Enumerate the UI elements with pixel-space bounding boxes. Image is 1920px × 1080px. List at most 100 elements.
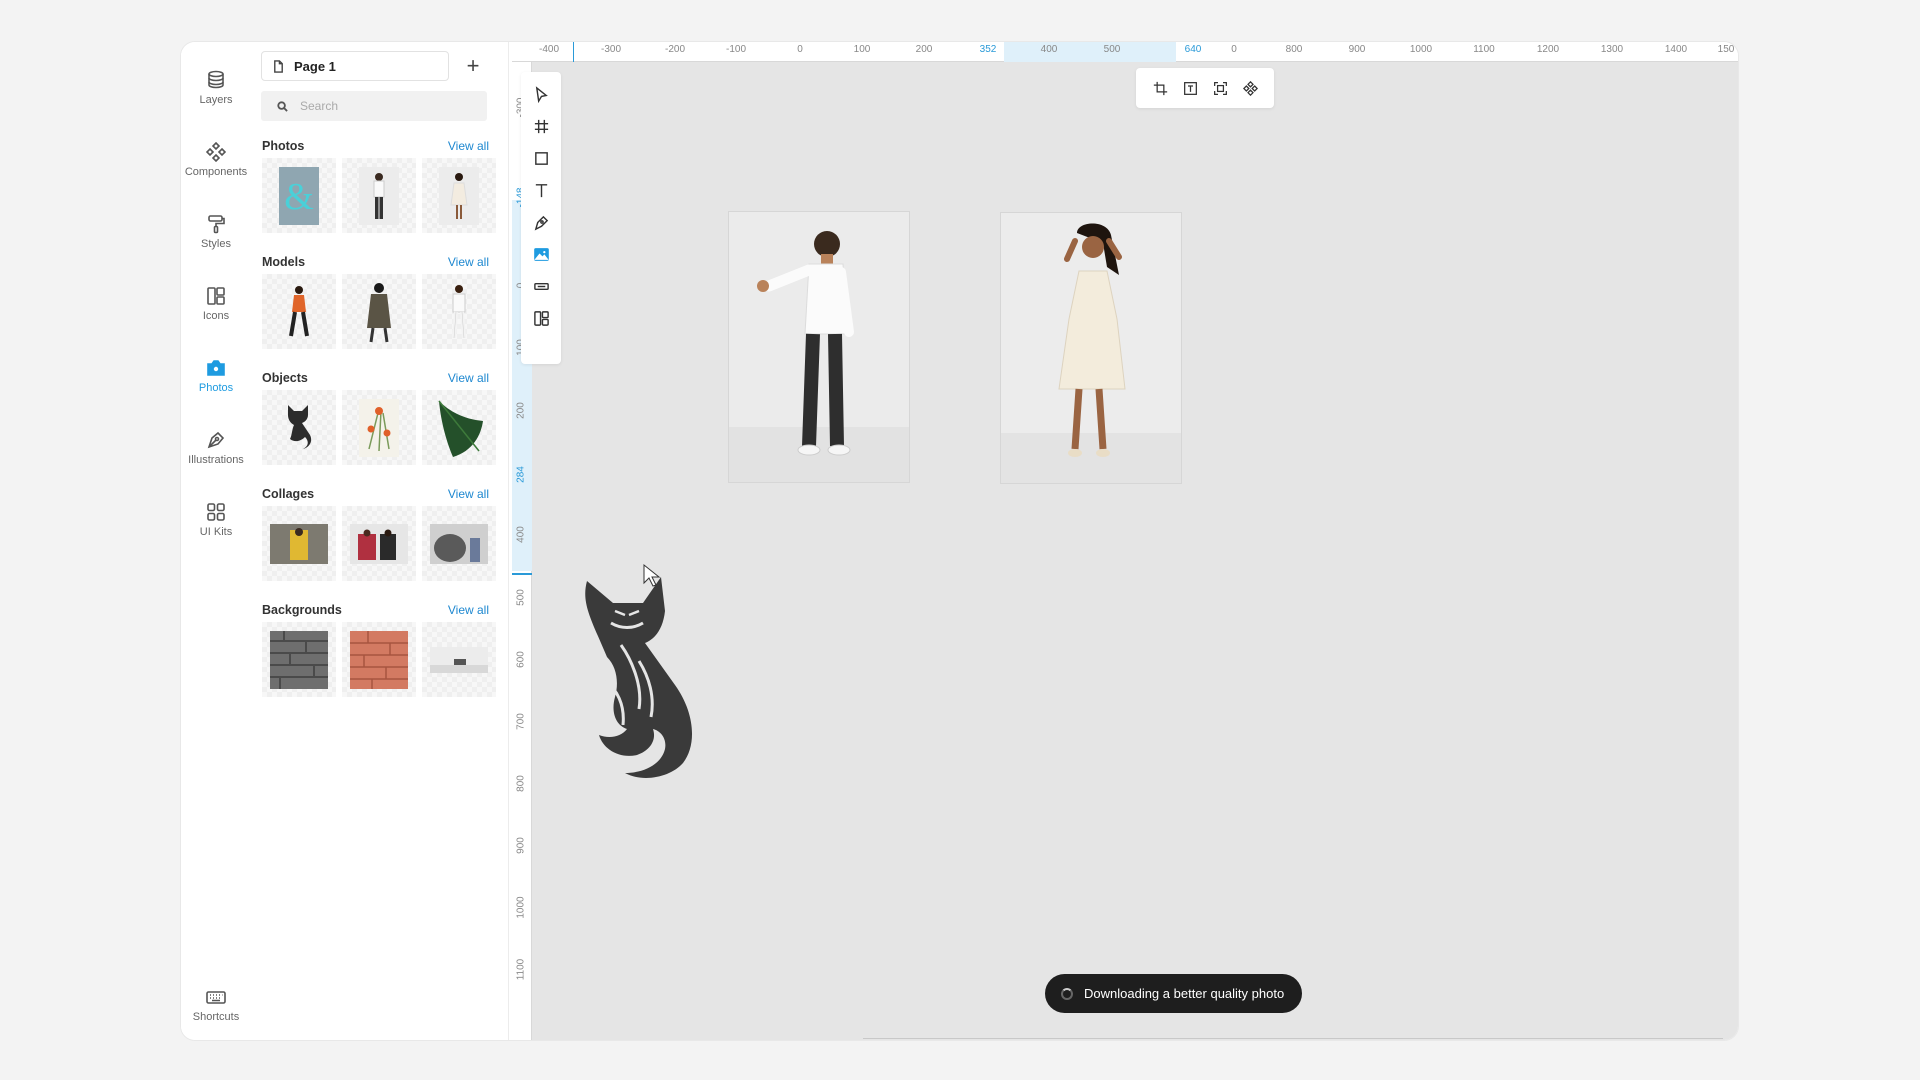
rail-shortcuts-label: Shortcuts bbox=[192, 1011, 240, 1023]
pen-tool[interactable] bbox=[521, 208, 561, 236]
rail-layers-label: Layers bbox=[199, 94, 233, 106]
fit-button[interactable] bbox=[1206, 74, 1234, 102]
section-title-models: Models bbox=[262, 255, 306, 269]
crop-button[interactable] bbox=[1146, 74, 1174, 102]
design-canvas[interactable] bbox=[532, 62, 1738, 1040]
canvas-photo-man[interactable] bbox=[729, 212, 909, 482]
add-page-button[interactable]: + bbox=[459, 52, 487, 80]
rail-illustrations[interactable]: Illustrations bbox=[181, 418, 251, 478]
text-box-icon bbox=[1183, 81, 1197, 95]
section-title-photos: Photos bbox=[262, 139, 305, 153]
ruler-top-label: 100 bbox=[853, 44, 871, 55]
section-title-backgrounds: Backgrounds bbox=[262, 603, 342, 617]
section-title-collages: Collages bbox=[262, 487, 315, 501]
page-selector[interactable]: Page 1 bbox=[261, 51, 449, 81]
ruler-left-label: 200 bbox=[515, 402, 527, 419]
photo-thumb-man[interactable] bbox=[342, 158, 416, 233]
view-all-models[interactable]: View all bbox=[448, 255, 489, 269]
ruler-left-label: 1100 bbox=[515, 958, 527, 981]
rail-shortcuts[interactable]: Shortcuts bbox=[181, 980, 251, 1030]
ruler-top-label: 0 bbox=[1231, 44, 1237, 55]
ruler-top-label: 150 bbox=[1717, 44, 1735, 55]
svg-text:&: & bbox=[284, 176, 314, 218]
collage-thumb-1[interactable] bbox=[262, 506, 336, 581]
input-tool[interactable] bbox=[521, 272, 561, 300]
assets-icon bbox=[533, 310, 549, 326]
rail-ui-kits[interactable]: UI Kits bbox=[181, 490, 251, 550]
rail-styles[interactable]: Styles bbox=[181, 202, 251, 262]
ruler-top-label: 0 bbox=[797, 44, 803, 55]
ruler-top-label: -400 bbox=[538, 44, 560, 55]
mouse-pointer-icon bbox=[643, 563, 661, 587]
pen-nib-icon bbox=[207, 431, 225, 449]
horizontal-scrollbar[interactable] bbox=[863, 1038, 1723, 1039]
rail-icons[interactable]: Icons bbox=[181, 274, 251, 334]
image-icon bbox=[533, 247, 549, 261]
camera-icon bbox=[207, 360, 225, 376]
rectangle-tool[interactable] bbox=[521, 144, 561, 172]
ruler-top-label: 1300 bbox=[1600, 44, 1624, 55]
image-tool[interactable] bbox=[521, 240, 561, 268]
left-rail: Layers Components Styles Icons Photos Il… bbox=[181, 42, 251, 1040]
rail-ui-kits-label: UI Kits bbox=[199, 526, 233, 538]
photo-thumb-ampersand[interactable]: & bbox=[262, 158, 336, 233]
background-thumb-room[interactable] bbox=[422, 622, 496, 697]
assets-tool[interactable] bbox=[521, 304, 561, 332]
icons-icon bbox=[207, 287, 225, 305]
rail-components[interactable]: Components bbox=[181, 130, 251, 190]
collage-thumb-3[interactable] bbox=[422, 506, 496, 581]
rail-photos-label: Photos bbox=[198, 382, 234, 394]
ruler-left-label: 900 bbox=[515, 837, 527, 854]
canvas-photo-woman[interactable] bbox=[1001, 213, 1181, 483]
grid-icon bbox=[207, 503, 225, 521]
object-thumb-cat[interactable] bbox=[262, 390, 336, 465]
object-thumb-palm[interactable] bbox=[422, 390, 496, 465]
model-thumb-3[interactable] bbox=[422, 274, 496, 349]
view-all-photos[interactable]: View all bbox=[448, 139, 489, 153]
ruler-left-label: 600 bbox=[515, 651, 527, 668]
text-overlay-button[interactable] bbox=[1176, 74, 1204, 102]
rectangle-icon bbox=[534, 151, 548, 165]
frame-tool[interactable] bbox=[521, 112, 561, 140]
rail-styles-label: Styles bbox=[201, 238, 231, 250]
ruler-top-label: 1200 bbox=[1536, 44, 1560, 55]
ruler-top-label: 400 bbox=[1040, 44, 1058, 55]
photo-thumb-woman[interactable] bbox=[422, 158, 496, 233]
select-tool[interactable] bbox=[521, 80, 561, 108]
rail-illustrations-label: Illustrations bbox=[188, 454, 244, 466]
canvas-cat-illustration[interactable] bbox=[581, 571, 741, 811]
asset-panel: Page 1 + Photos View all & bbox=[251, 42, 509, 1040]
search-input[interactable] bbox=[300, 99, 480, 113]
backgrounds-section: Backgrounds View all bbox=[262, 602, 498, 697]
model-thumb-2[interactable] bbox=[342, 274, 416, 349]
collage-thumb-2[interactable] bbox=[342, 506, 416, 581]
collages-section: Collages View all bbox=[262, 486, 498, 581]
rail-icons-label: Icons bbox=[202, 310, 230, 322]
models-section: Models View all bbox=[262, 254, 498, 349]
page-name: Page 1 bbox=[294, 58, 336, 74]
focus-frame-icon bbox=[1213, 81, 1227, 95]
photos-section: Photos View all & bbox=[262, 138, 498, 233]
view-all-objects[interactable]: View all bbox=[448, 371, 489, 385]
ruler-top-label: 500 bbox=[1103, 44, 1121, 55]
input-field-icon bbox=[533, 282, 549, 290]
text-tool[interactable] bbox=[521, 176, 561, 204]
search-box[interactable] bbox=[261, 91, 487, 121]
object-thumb-flowers[interactable] bbox=[342, 390, 416, 465]
model-thumb-1[interactable] bbox=[262, 274, 336, 349]
component-button[interactable] bbox=[1236, 74, 1264, 102]
ruler-top-label: -200 bbox=[664, 44, 686, 55]
rail-layers[interactable]: Layers bbox=[181, 58, 251, 118]
rail-photos[interactable]: Photos bbox=[181, 346, 251, 406]
ruler-top-label: 1100 bbox=[1473, 44, 1495, 55]
view-all-backgrounds[interactable]: View all bbox=[448, 603, 489, 617]
ruler-left-label: 284 bbox=[515, 466, 527, 483]
background-thumb-stone[interactable] bbox=[262, 622, 336, 697]
view-all-collages[interactable]: View all bbox=[448, 487, 489, 501]
ruler-top-label: -100 bbox=[725, 44, 747, 55]
ruler-top-label: 640 bbox=[1184, 44, 1202, 55]
canvas-toolbar bbox=[521, 72, 561, 364]
objects-section: Objects View all bbox=[262, 370, 498, 465]
background-thumb-brick[interactable] bbox=[342, 622, 416, 697]
text-icon bbox=[535, 183, 547, 197]
